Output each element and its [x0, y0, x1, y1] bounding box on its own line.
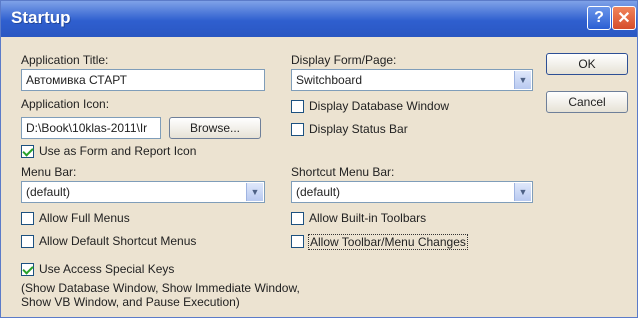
shortcut-menu-bar-combo[interactable]: (default) ▼ — [291, 181, 533, 203]
display-form-combo[interactable]: Switchboard ▼ — [291, 69, 533, 91]
cancel-button[interactable]: Cancel — [546, 91, 628, 113]
allow-full-menus-label: Allow Full Menus — [39, 211, 130, 225]
menu-bar-label: Menu Bar: — [21, 165, 77, 179]
display-status-bar-checkbox[interactable] — [291, 123, 304, 136]
help-icon[interactable]: ? — [587, 6, 611, 30]
display-db-window-checkbox[interactable] — [291, 100, 304, 113]
app-icon-input[interactable]: D:\Book\10klas-2011\Ir — [21, 117, 161, 139]
close-icon[interactable]: ✕ — [612, 6, 636, 30]
chevron-down-icon[interactable]: ▼ — [514, 183, 531, 201]
special-keys-note: (Show Database Window, Show Immediate Wi… — [21, 281, 300, 309]
ok-button[interactable]: OK — [546, 53, 628, 75]
display-form-value: Switchboard — [296, 73, 363, 87]
shortcut-menu-bar-value: (default) — [296, 185, 341, 199]
use-as-icon-label: Use as Form and Report Icon — [39, 144, 197, 158]
allow-default-shortcut-checkbox[interactable] — [21, 235, 34, 248]
display-form-label: Display Form/Page: — [291, 53, 397, 67]
use-special-keys-checkbox[interactable] — [21, 263, 34, 276]
window-title: Startup — [11, 8, 71, 27]
shortcut-menu-bar-label: Shortcut Menu Bar: — [291, 165, 395, 179]
menu-bar-combo[interactable]: (default) ▼ — [21, 181, 265, 203]
use-as-icon-checkbox[interactable] — [21, 145, 34, 158]
app-title-input[interactable]: Автомивка СТАРТ — [21, 69, 265, 91]
allow-builtin-toolbars-checkbox[interactable] — [291, 212, 304, 225]
startup-dialog: Startup ? ✕ Application Title: Автомивка… — [0, 0, 638, 318]
app-title-label: Application Title: — [21, 53, 109, 67]
chevron-down-icon[interactable]: ▼ — [246, 183, 263, 201]
chevron-down-icon[interactable]: ▼ — [514, 71, 531, 89]
app-icon-label: Application Icon: — [21, 97, 110, 111]
allow-full-menus-checkbox[interactable] — [21, 212, 34, 225]
menu-bar-value: (default) — [26, 185, 71, 199]
allow-default-shortcut-label: Allow Default Shortcut Menus — [39, 234, 197, 248]
browse-button[interactable]: Browse... — [169, 117, 261, 139]
allow-toolbar-changes-label: Allow Toolbar/Menu Changes — [308, 234, 468, 250]
display-status-bar-label: Display Status Bar — [309, 122, 408, 136]
allow-toolbar-changes-checkbox[interactable] — [291, 235, 304, 248]
display-db-window-label: Display Database Window — [309, 99, 450, 113]
title-bar: Startup ? ✕ — [1, 1, 637, 37]
use-special-keys-label: Use Access Special Keys — [39, 262, 175, 276]
allow-builtin-toolbars-label: Allow Built-in Toolbars — [309, 211, 427, 225]
